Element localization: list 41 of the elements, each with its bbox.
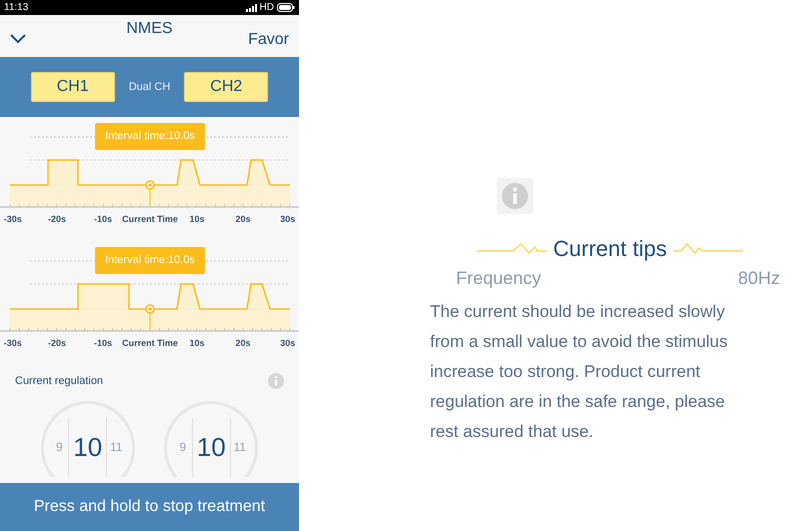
axis-label: -20s: [48, 214, 66, 224]
frequency-value: 80Hz: [738, 268, 780, 289]
axis-label: 30s: [280, 338, 296, 348]
dial-value: 10: [192, 418, 231, 476]
zigzag-line-icon: [477, 242, 548, 256]
network-type: HD: [260, 2, 274, 13]
interval-tooltip: Interval time:10.0s: [95, 247, 205, 274]
section-title: Current regulation: [15, 375, 104, 387]
dial-next: 11: [232, 440, 247, 454]
axis-label: 20s: [235, 338, 251, 348]
axis-label: -10s: [94, 338, 112, 348]
interval-tooltip: Interval time:10.0s: [95, 123, 205, 150]
tips-text: The current should be increased slowly from a small value to avoid the stimulus increase too strong. Product current regulation are in the safe range, please rest assured that use.: [430, 301, 729, 443]
zigzag-line-icon: [672, 242, 743, 256]
info-icon: [497, 178, 533, 214]
axis-label: 20s: [235, 214, 251, 224]
axis-label: -30s: [4, 338, 22, 348]
axis-label: 10s: [189, 338, 205, 348]
axis-label: 30s: [280, 214, 296, 224]
tips-title: Current tips: [553, 236, 667, 262]
channel-button[interactable]: CH2: [184, 72, 268, 102]
dial-next: 11: [109, 440, 124, 454]
favor-button[interactable]: Favor: [248, 31, 289, 49]
channel-mode: Dual CH: [128, 81, 170, 93]
axis-label: 10s: [189, 214, 205, 224]
axis-label: -30s: [4, 214, 22, 224]
screen-title: NMES: [125, 20, 174, 38]
channel-button[interactable]: CH1: [30, 72, 115, 102]
frequency-label: Frequency: [456, 268, 542, 289]
dial-previous: 9: [178, 440, 188, 454]
dial-previous: 9: [54, 440, 64, 454]
dial-value: 10: [68, 418, 108, 476]
battery-icon: [277, 3, 295, 12]
chevron-down-icon[interactable]: [10, 34, 26, 44]
status-time: 11:13: [4, 2, 28, 13]
axis-label: Current Time: [122, 338, 178, 348]
axis-label: Current Time: [122, 214, 178, 224]
axis-label: -20s: [48, 338, 66, 348]
signal-icon: [246, 4, 257, 12]
axis-label: -10s: [94, 214, 112, 224]
stop-treatment-button[interactable]: Press and hold to stop treatment: [0, 483, 299, 531]
